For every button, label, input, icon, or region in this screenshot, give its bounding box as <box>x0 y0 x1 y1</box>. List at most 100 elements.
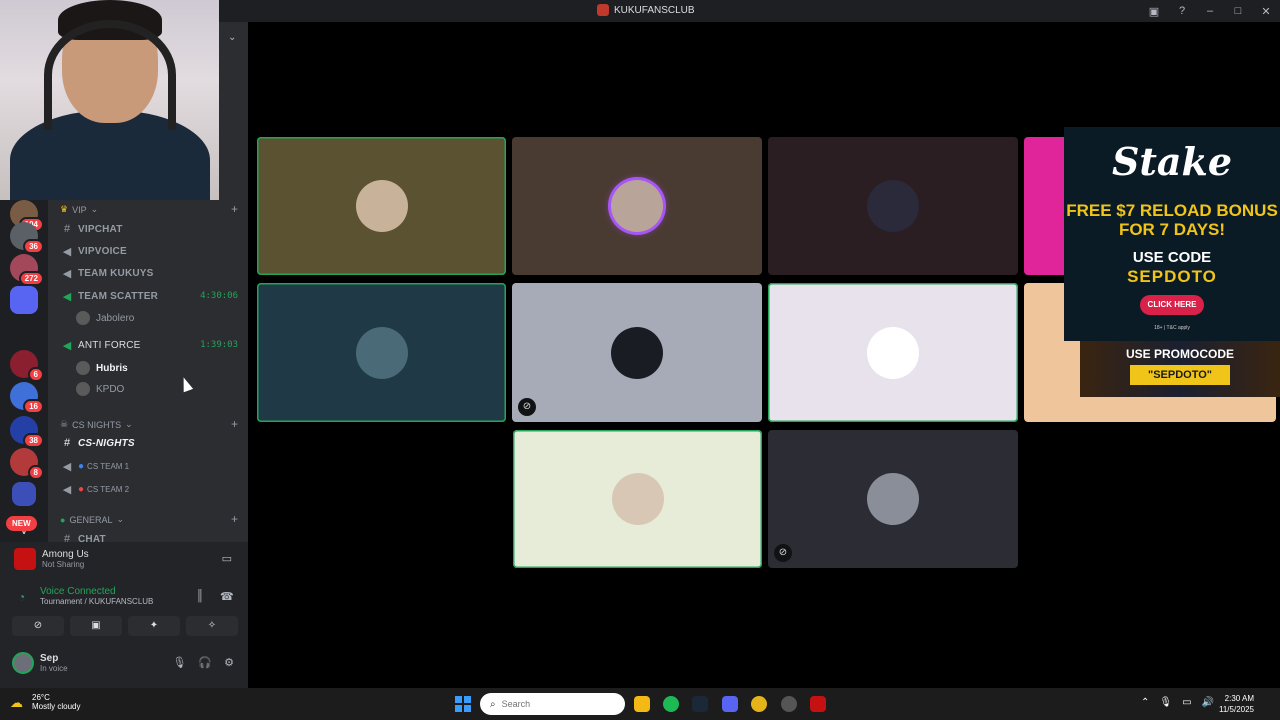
channel-cs-team-1[interactable]: ◀ ● CS TEAM 1 <box>48 455 248 477</box>
participant-tile[interactable]: ⊘ <box>768 430 1018 568</box>
speaker-icon: ◀ <box>62 460 72 473</box>
promo-banner[interactable]: USE PROMOCODE "SEPDOTO" <box>1080 341 1280 397</box>
windows-start-icon[interactable] <box>455 696 471 712</box>
taskbar-clock[interactable]: 2:30 AM 11/5/2025 <box>1219 693 1254 715</box>
discord-icon[interactable] <box>10 286 38 314</box>
category-cs-nights[interactable]: ☠ CS NIGHTS ⌄ <box>60 419 133 430</box>
server-icon[interactable]: 272 <box>10 254 44 286</box>
disconnect-icon[interactable]: ☎ <box>220 590 234 603</box>
weather-temp: 26°C <box>32 693 50 702</box>
server-icon[interactable]: 16 <box>10 382 44 414</box>
channel-vipchat[interactable]: # VIPCHAT <box>48 218 248 240</box>
participant-tile[interactable]: ⊘ <box>512 283 762 422</box>
avatar <box>12 652 34 674</box>
participant-tile[interactable] <box>257 137 506 275</box>
participant-tile[interactable] <box>512 137 762 275</box>
voice-user-kpdo[interactable]: KPDO <box>76 379 124 399</box>
user-panel: Among Us Not Sharing ▭ ◔ Voice Connected… <box>0 542 248 688</box>
voice-user-hubris[interactable]: Hubris <box>76 358 128 378</box>
close-icon[interactable]: ✕ <box>1252 5 1280 18</box>
channel-cs-team-2[interactable]: ◀ ● CS TEAM 2 <box>48 478 248 500</box>
headphones-icon[interactable]: 🎧 <box>198 656 212 669</box>
mute-icon: ⊘ <box>774 544 792 562</box>
participant-tile[interactable] <box>768 283 1018 422</box>
add-channel-icon[interactable]: + <box>231 202 238 216</box>
category-vip[interactable]: ♛ VIP ⌄ <box>60 204 98 215</box>
current-user[interactable]: Sep In voice <box>12 652 68 674</box>
chevron-up-icon[interactable]: ⌃ <box>1141 697 1149 708</box>
channel-cs-nights[interactable]: # CS-NIGHTS <box>48 432 248 454</box>
cloud-sun-icon: ☁ <box>10 695 23 710</box>
search-input[interactable] <box>501 699 602 709</box>
speaker-icon: ◀ <box>62 483 72 496</box>
participant-tile[interactable] <box>513 430 762 568</box>
effects-icon[interactable]: ✧ <box>186 616 238 636</box>
channel-vipvoice[interactable]: ◀ VIPVOICE <box>48 240 248 262</box>
among-us-icon <box>14 548 36 570</box>
spotify-icon[interactable] <box>663 696 679 712</box>
new-badge[interactable]: NEW <box>6 516 37 531</box>
chrome-icon[interactable] <box>751 696 767 712</box>
maximize-icon[interactable]: □ <box>1224 5 1252 17</box>
ad-use-code: USE CODE <box>1132 249 1212 266</box>
signal-icon: ◔ <box>18 590 26 604</box>
server-icon[interactable]: 36 <box>10 222 44 254</box>
ad-click-button[interactable]: CLICK HERE <box>1140 295 1204 315</box>
screen-share-icon[interactable]: ▣ <box>70 616 122 636</box>
display-icon[interactable]: ▭ <box>1182 697 1191 708</box>
voice-user-jabolero[interactable]: Jabolero <box>76 308 134 328</box>
voice-channel-link[interactable]: Tournament / KUKUFANSCLUB <box>40 597 153 606</box>
file-explorer-icon[interactable] <box>634 696 650 712</box>
microphone-icon[interactable]: 🎙 <box>1159 697 1172 708</box>
sponsor-ad[interactable]: Stake FREE $7 RELOAD BONUS FOR 7 DAYS! U… <box>1064 127 1280 341</box>
channel-team-kukuys[interactable]: ◀ TEAM KUKUYS <box>48 262 248 284</box>
ad-fineprint: 18+ | T&C apply <box>1154 325 1190 331</box>
microphone-icon[interactable]: 🎙 <box>172 656 186 669</box>
weather-widget[interactable]: ☁ 26°C Mostly cloudy <box>10 693 80 711</box>
taskbar-search[interactable]: ⌕ <box>480 693 625 715</box>
channel-name: ANTI FORCE <box>78 339 141 351</box>
server-icon[interactable]: 38 <box>10 416 44 448</box>
avatar <box>611 180 663 232</box>
channel-team-scatter[interactable]: ◀ TEAM SCATTER 4:30:06 <box>48 285 248 307</box>
channel-name: CS TEAM 2 <box>87 484 130 494</box>
activity-title: Among Us <box>42 549 89 560</box>
among-us-taskbar-icon[interactable] <box>810 696 826 712</box>
channel-timer: 1:39:03 <box>200 340 238 350</box>
crown-icon: ♛ <box>60 204 69 214</box>
soundboard-icon[interactable]: ║ <box>196 590 204 602</box>
user-status: In voice <box>40 664 68 673</box>
folder-icon[interactable] <box>12 482 36 506</box>
minimize-icon[interactable]: – <box>1196 5 1224 17</box>
gear-icon[interactable]: ⚙ <box>224 656 234 669</box>
app-icon[interactable] <box>781 696 797 712</box>
share-screen-icon[interactable]: ▭ <box>222 552 232 565</box>
camera-off-icon[interactable]: ⊘ <box>12 616 64 636</box>
chevron-down-icon[interactable]: ⌄ <box>228 32 236 43</box>
participant-tile[interactable] <box>768 137 1018 275</box>
blue-dot-icon: ● <box>78 460 85 472</box>
red-dot-icon: ● <box>78 483 85 495</box>
channel-chat[interactable]: # CHAT <box>48 528 248 542</box>
participant-tile[interactable] <box>257 283 506 422</box>
category-general[interactable]: ● GENERAL ⌄ <box>60 514 124 525</box>
volume-icon[interactable]: 🔊 <box>1202 697 1214 708</box>
screen-icon[interactable]: ▣ <box>1140 5 1168 18</box>
activity-among-us[interactable]: Among Us Not Sharing <box>14 548 89 570</box>
avatar <box>867 180 919 232</box>
add-channel-icon[interactable]: + <box>231 417 238 431</box>
channel-anti-force[interactable]: ◀ ANTI FORCE 1:39:03 <box>48 334 248 356</box>
voice-connection: ◔ Voice Connected Tournament / KUKUFANSC… <box>14 586 153 606</box>
speaker-icon: ◀ <box>62 339 72 352</box>
steam-icon[interactable] <box>692 696 708 712</box>
server-icon[interactable]: 6 <box>10 350 44 382</box>
add-channel-icon[interactable]: + <box>231 512 238 526</box>
voice-status[interactable]: Voice Connected <box>40 586 153 597</box>
server-icon[interactable]: 8 <box>10 448 44 480</box>
clock-time: 2:30 AM <box>1224 694 1254 703</box>
help-icon[interactable]: ? <box>1168 5 1196 17</box>
channel-name: VIPVOICE <box>78 245 127 257</box>
avatar <box>611 326 663 379</box>
activities-icon[interactable]: ✦ <box>128 616 180 636</box>
discord-taskbar-icon[interactable] <box>722 696 738 712</box>
